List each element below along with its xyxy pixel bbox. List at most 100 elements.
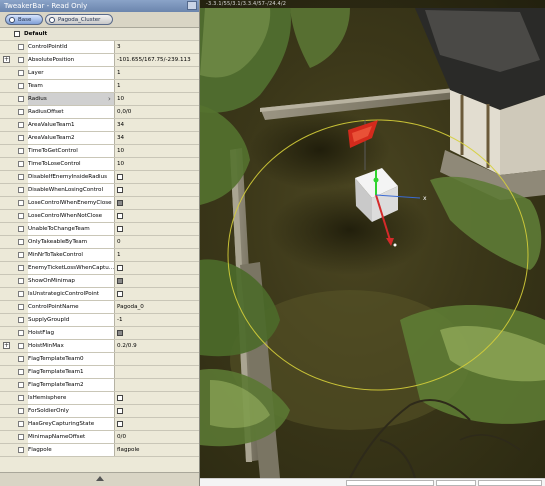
property-row[interactable]: HasGreyCapturingState	[0, 418, 199, 431]
property-row[interactable]: IsUnstrategicControlPoint	[0, 288, 199, 301]
property-row[interactable]: ControlPointId 3	[0, 41, 199, 54]
tab-base[interactable]: Base	[5, 14, 43, 25]
property-value[interactable]: 0/0	[117, 431, 197, 443]
property-checkbox[interactable]	[117, 421, 123, 427]
column-divider[interactable]	[114, 119, 115, 131]
close-icon[interactable]	[187, 1, 197, 10]
property-value[interactable]: 3	[117, 41, 197, 53]
property-checkbox[interactable]	[117, 174, 123, 180]
property-checkbox[interactable]	[117, 226, 123, 232]
scroll-up-icon[interactable]	[96, 476, 104, 481]
column-divider[interactable]	[114, 262, 115, 274]
property-checkbox[interactable]	[117, 187, 123, 193]
property-checkbox[interactable]	[117, 408, 123, 414]
column-divider[interactable]	[114, 41, 115, 53]
property-value[interactable]	[117, 353, 197, 365]
property-checkbox[interactable]	[117, 291, 123, 297]
column-divider[interactable]	[114, 236, 115, 248]
property-row[interactable]: LoseControlWhenNotClose	[0, 210, 199, 223]
group-header-default[interactable]: Default	[0, 28, 199, 41]
column-divider[interactable]	[114, 431, 115, 443]
property-row[interactable]: Layer 1	[0, 67, 199, 80]
property-checkbox[interactable]	[117, 213, 123, 219]
column-divider[interactable]	[114, 54, 115, 66]
property-value[interactable]: 0	[117, 236, 197, 248]
property-checkbox[interactable]	[117, 278, 123, 284]
column-divider[interactable]	[114, 327, 115, 339]
property-row[interactable]: FlagTemplateTeam1	[0, 366, 199, 379]
property-row[interactable]: IsHemisphere	[0, 392, 199, 405]
column-divider[interactable]	[114, 353, 115, 365]
column-divider[interactable]	[114, 418, 115, 430]
property-row[interactable]: HoistFlag	[0, 327, 199, 340]
property-row[interactable]: FlagTemplateTeam2	[0, 379, 199, 392]
collapse-icon[interactable]	[14, 31, 20, 37]
property-row[interactable]: + AbsolutePosition -101.655/167.75/-239.11…	[0, 54, 199, 67]
column-divider[interactable]	[114, 314, 115, 326]
property-row[interactable]: SupplyGroupId -1	[0, 314, 199, 327]
property-row[interactable]: EnemyTicketLossWhenCaptu...	[0, 262, 199, 275]
property-value[interactable]: 0.2/0.9	[117, 340, 197, 352]
property-row[interactable]: ControlPointName Pagoda_0	[0, 301, 199, 314]
column-divider[interactable]	[114, 223, 115, 235]
property-row[interactable]: MinNrToTakeControl 1	[0, 249, 199, 262]
property-value[interactable]: 0,0/0	[117, 106, 197, 118]
property-value[interactable]: 10	[117, 93, 197, 105]
property-value[interactable]: -101.655/167.75/-239.113	[117, 54, 197, 66]
column-divider[interactable]	[114, 93, 115, 105]
property-value[interactable]: 1	[117, 67, 197, 79]
column-divider[interactable]	[114, 275, 115, 287]
property-value[interactable]: flagpole	[117, 444, 197, 456]
column-divider[interactable]	[114, 80, 115, 92]
property-value[interactable]: 34	[117, 119, 197, 131]
property-value[interactable]: Pagoda_0	[117, 301, 197, 313]
property-checkbox[interactable]	[117, 200, 123, 206]
scene-viewport[interactable]: x -3.3.1/55/3.1/3.3.4/57-/24.4/2	[200, 0, 545, 478]
column-divider[interactable]	[114, 444, 115, 456]
column-divider[interactable]	[114, 197, 115, 209]
column-divider[interactable]	[114, 67, 115, 79]
property-row[interactable]: OnlyTakeableByTeam 0	[0, 236, 199, 249]
property-checkbox[interactable]	[117, 265, 123, 271]
property-row[interactable]: TimeToLoseControl 10	[0, 158, 199, 171]
column-divider[interactable]	[114, 288, 115, 300]
column-divider[interactable]	[114, 145, 115, 157]
property-row[interactable]: Team 1	[0, 80, 199, 93]
property-row[interactable]: DisableWhenLosingControl	[0, 184, 199, 197]
column-divider[interactable]	[114, 184, 115, 196]
property-row[interactable]: UnableToChangeTeam	[0, 223, 199, 236]
property-row[interactable]: TimeToGetControl 10	[0, 145, 199, 158]
column-divider[interactable]	[114, 392, 115, 404]
column-divider[interactable]	[114, 210, 115, 222]
property-row[interactable]: RadiusOffset 0,0/0	[0, 106, 199, 119]
property-value[interactable]: -1	[117, 314, 197, 326]
property-value[interactable]: 1	[117, 249, 197, 261]
property-row[interactable]: AreaValueTeam1 34	[0, 119, 199, 132]
column-divider[interactable]	[114, 106, 115, 118]
property-row[interactable]: Radius › 10	[0, 93, 199, 106]
property-row[interactable]: Flagpole flagpole	[0, 444, 199, 457]
chevron-right-icon[interactable]: ›	[108, 93, 111, 105]
column-divider[interactable]	[114, 249, 115, 261]
property-row[interactable]: DisableIfEnemyInsideRadius	[0, 171, 199, 184]
column-divider[interactable]	[114, 340, 115, 352]
property-value[interactable]: 1	[117, 80, 197, 92]
panel-titlebar[interactable]: TweakerBar - Read Only	[0, 0, 199, 12]
property-row[interactable]: ShowOnMinimap	[0, 275, 199, 288]
property-value[interactable]: 10	[117, 158, 197, 170]
expand-icon[interactable]: +	[3, 56, 10, 63]
tab-pagoda-cluster[interactable]: Pagoda_Cluster	[45, 14, 113, 25]
column-divider[interactable]	[114, 301, 115, 313]
property-row[interactable]: AreaValueTeam2 34	[0, 132, 199, 145]
property-value[interactable]	[117, 379, 197, 391]
column-divider[interactable]	[114, 379, 115, 391]
column-divider[interactable]	[114, 132, 115, 144]
property-value[interactable]: 34	[117, 132, 197, 144]
property-row[interactable]: FlagTemplateTeam0	[0, 353, 199, 366]
column-divider[interactable]	[114, 405, 115, 417]
property-checkbox[interactable]	[117, 330, 123, 336]
column-divider[interactable]	[114, 171, 115, 183]
property-value[interactable]	[117, 366, 197, 378]
property-value[interactable]: 10	[117, 145, 197, 157]
column-divider[interactable]	[114, 158, 115, 170]
